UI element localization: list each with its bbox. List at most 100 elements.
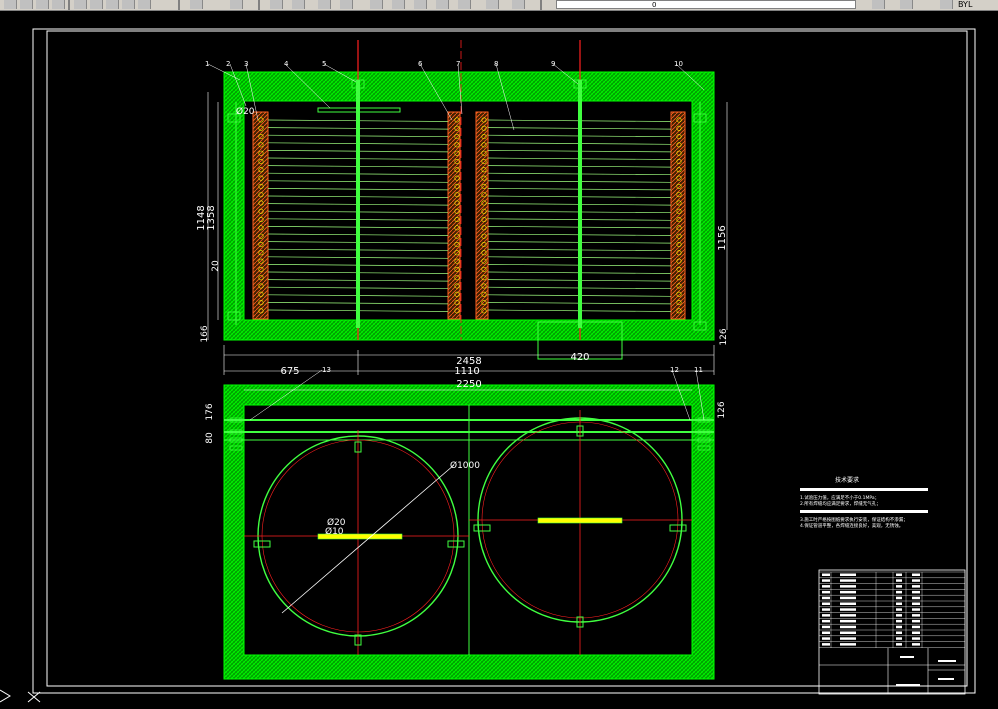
color-icon[interactable] [900,0,913,9]
properties-icon[interactable] [940,0,953,9]
layer-icon[interactable] [414,0,427,9]
support-rod-right [578,80,582,328]
row-number-mark [822,643,830,646]
row-qty-mark [896,631,902,634]
callout-label: 10 [674,60,683,68]
callout-label: 13 [322,366,331,374]
notes-line-2: 2.所有焊缝均应满足要求，焊缝无气孔； [800,500,881,507]
dim-middle-segment: 1110 [454,366,479,377]
row-name-mark [840,602,856,605]
row-name-mark [840,585,856,588]
title-block-mark [938,678,954,680]
dim-left-segment: 675 [280,366,299,377]
row-number-mark [822,602,830,605]
callout-label: 11 [694,366,703,374]
toolbar-separator [68,0,70,10]
callout-label: 2 [226,60,230,68]
redo-icon[interactable] [138,0,151,9]
pipe-diameter-label: Ø20 [236,106,255,117]
properties-icon[interactable] [318,0,331,9]
tank-interior-elevation [243,100,693,321]
dim-plan-width: 2250 [456,379,481,390]
title-block-mark [896,684,920,686]
row-qty-mark [896,625,902,629]
row-material-mark [912,637,920,640]
toolbar-label: BYL [958,0,973,9]
row-number-mark [822,619,830,623]
notes-rule [800,510,928,513]
dim-right-opening: 420 [570,352,589,363]
paste-icon[interactable] [106,0,119,9]
row-material-mark [912,625,920,629]
row-name-mark [840,614,856,617]
layer-icon[interactable] [436,0,449,9]
open-icon[interactable] [20,0,33,9]
hole-diameter-label-b: Ø10 [325,526,344,537]
middle-coil-block-right [475,111,489,320]
parts-list-rows [819,571,965,648]
row-material-mark [912,573,920,576]
dim-bottom-126: 126 [719,328,729,345]
row-name-mark [840,596,856,600]
row-qty-mark [896,619,902,623]
zoom-window-icon[interactable] [270,0,283,9]
row-number-mark [822,590,830,594]
row-qty-mark [896,614,902,617]
title-block-mark [900,656,914,658]
new-icon[interactable] [4,0,17,9]
zoom-icon[interactable] [230,0,243,9]
row-name-mark [840,637,856,640]
save-icon[interactable] [36,0,49,9]
dim-height-1358: 1358 [206,205,217,230]
title-block [818,569,966,695]
print-icon[interactable] [52,0,65,9]
drawing-canvas[interactable]: 2458 675 1110 420 1148 1358 1156 20 166 … [0,10,998,709]
text-style-icon[interactable] [392,0,405,9]
row-number-mark [822,631,830,634]
undo-icon[interactable] [122,0,135,9]
toolbar-separator [178,0,180,10]
cut-icon[interactable] [74,0,87,9]
dim-bottom-166: 166 [200,325,210,342]
row-name-mark [840,631,856,634]
tank-interior-plan [243,404,693,656]
circle-diameter-label: Ø1000 [450,460,480,471]
row-material-mark [912,590,920,594]
row-name-mark [840,573,856,576]
zoom-previous-icon[interactable] [292,0,305,9]
notes-rule [800,488,928,491]
layer-dropdown[interactable]: 0 [556,0,856,9]
row-number-mark [822,579,830,582]
notes-title: 技术要求 [835,476,859,484]
title-block-mark [938,660,956,662]
dim-height-1156: 1156 [717,225,728,250]
layer-icon[interactable] [512,0,525,9]
copy-icon[interactable] [90,0,103,9]
row-material-mark [912,602,920,605]
callout-label: 4 [284,60,289,68]
row-qty-mark [896,608,902,611]
row-name-mark [840,619,856,623]
row-material-mark [912,585,920,588]
row-material-mark [912,631,920,634]
properties-icon[interactable] [340,0,353,9]
notes-line-4: 4.保证管道平整，各焊缝连接良好，美观，无锈蚀。 [800,522,903,529]
plan-view: Ø1000 Ø20 Ø10 2250 176 80 126 13 12 11 [205,366,727,680]
pan-icon[interactable] [190,0,203,9]
callout-label: 7 [456,60,460,68]
notes-line-3: 3.施工时严格按图纸要求执行安装，保证结构不渗漏； [800,516,908,523]
layer-icon[interactable] [458,0,471,9]
row-name-mark [840,608,856,611]
row-material-mark [912,579,920,582]
row-qty-mark [896,573,902,576]
row-number-mark [822,614,830,617]
color-icon[interactable] [872,0,885,9]
row-material-mark [912,614,920,617]
layer-icon[interactable] [486,0,499,9]
toolbar-separator [540,0,542,10]
row-qty-mark [896,579,902,582]
dim-small-20: 20 [211,260,221,272]
row-qty-mark [896,643,902,646]
text-style-icon[interactable] [370,0,383,9]
dim-plan-80: 80 [205,432,215,444]
